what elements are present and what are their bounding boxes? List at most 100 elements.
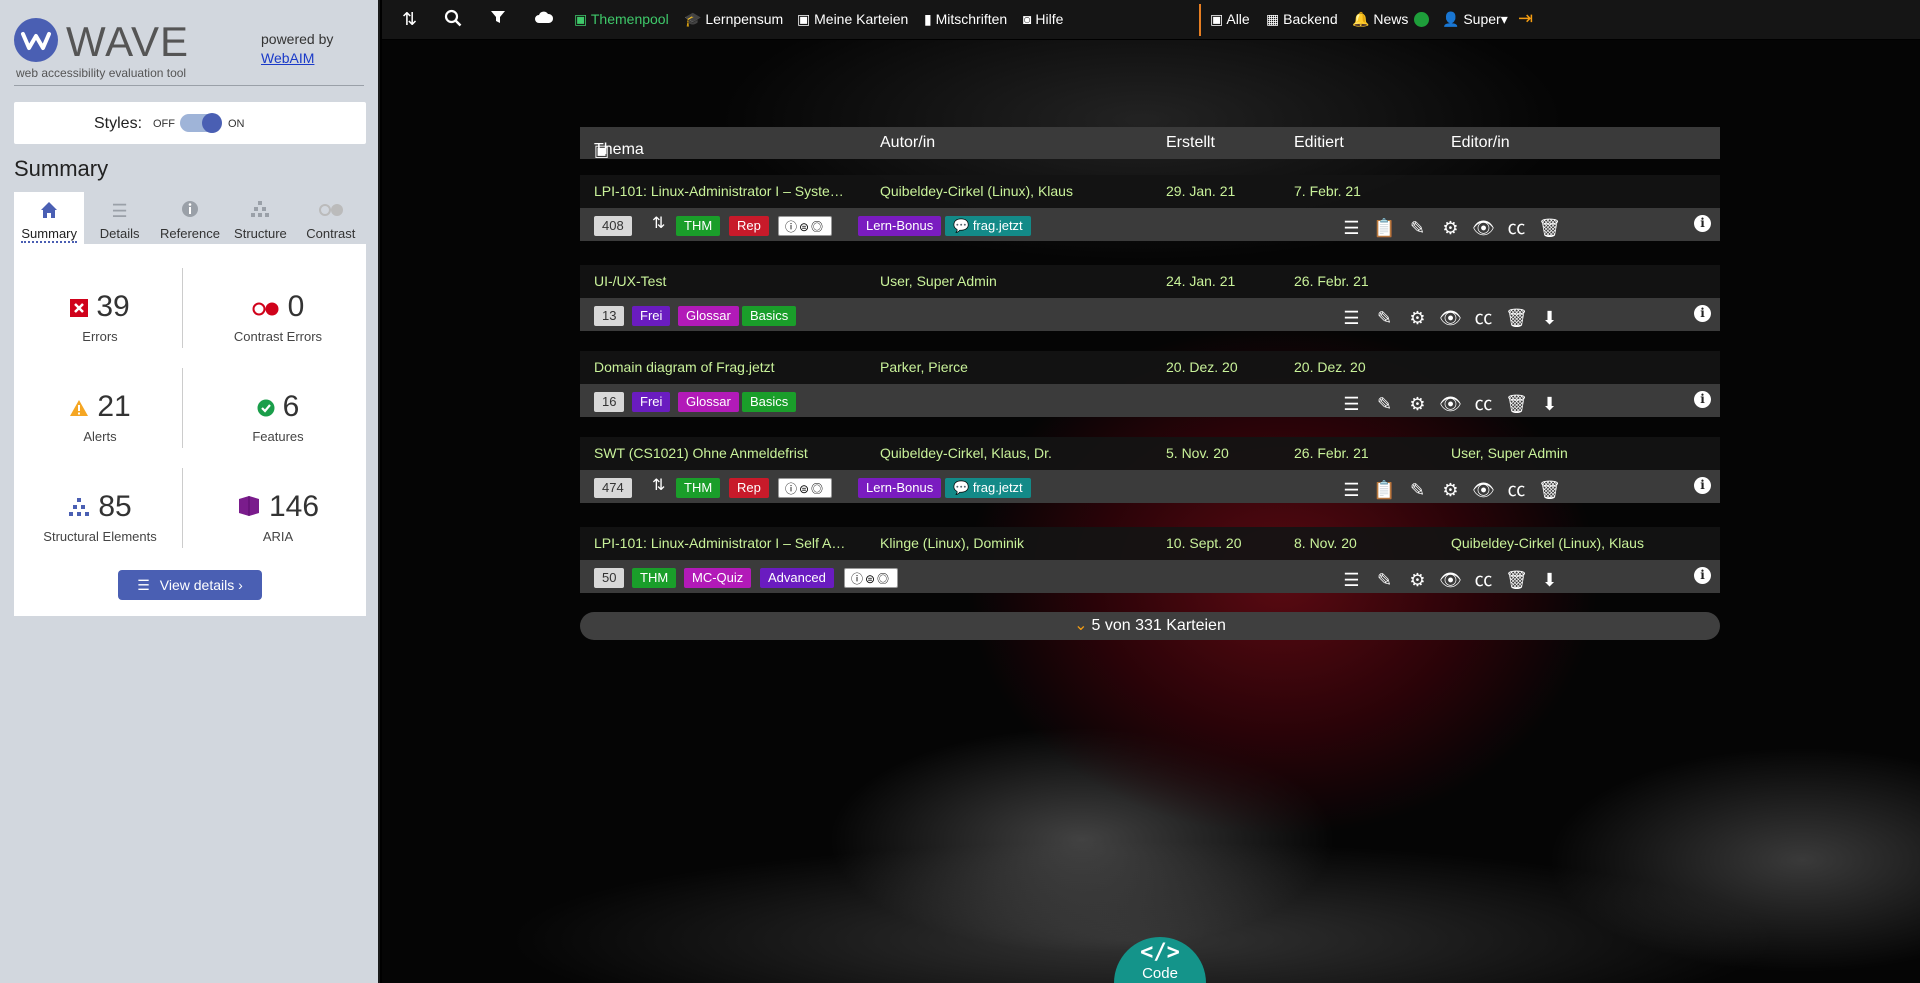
card-title[interactable]: LPI-101: Linux-Administrator I – Self A…	[594, 535, 845, 551]
tab-contrast[interactable]: Contrast	[296, 192, 366, 244]
badge-frag-jetzt[interactable]: 💬 frag.jetzt	[945, 216, 1031, 236]
trash-icon[interactable]: 🗑	[1500, 570, 1533, 591]
gear-icon[interactable]: ⚙	[1434, 480, 1467, 501]
nav-backend[interactable]: ▦ Backend	[1266, 11, 1338, 28]
info-icon[interactable]: i	[1694, 215, 1711, 232]
gear-icon[interactable]: ⚙	[1401, 394, 1434, 415]
badge-label: frag.jetzt	[972, 480, 1023, 495]
pager-load-more[interactable]: ⌄ 5 von 331 Karteien	[580, 612, 1720, 640]
trash-icon[interactable]: 🗑	[1500, 394, 1533, 415]
stat-aria[interactable]: 146 ARIA	[198, 490, 358, 544]
gear-icon[interactable]: ⚙	[1434, 218, 1467, 239]
nav-label: Backend	[1283, 11, 1338, 27]
styles-toggle[interactable]	[180, 113, 222, 133]
wave-tabs: Summary ☰ Details Reference Structure Co…	[14, 192, 366, 244]
edit-icon[interactable]: ✎	[1368, 570, 1401, 591]
sort-icon[interactable]: ⇅	[644, 214, 673, 234]
info-icon[interactable]: i	[1694, 305, 1711, 322]
badge-frag-jetzt[interactable]: 💬 frag.jetzt	[945, 478, 1031, 498]
cc-icon[interactable]: ㏄	[1467, 566, 1500, 592]
stat-errors[interactable]: 39 Errors	[20, 290, 180, 344]
tab-details[interactable]: ☰ Details	[84, 192, 154, 244]
nav-separator	[1199, 4, 1201, 36]
list-icon: ☰	[111, 201, 128, 221]
search-icon[interactable]	[444, 9, 462, 32]
card-title[interactable]: UI-/UX-Test	[594, 273, 666, 289]
stat-structural[interactable]: 85 Structural Elements	[20, 490, 180, 544]
card-editor: User, Super Admin	[1451, 445, 1568, 461]
col-editiert[interactable]: Editiert	[1294, 134, 1344, 152]
eye-icon[interactable]: 👁	[1434, 570, 1467, 591]
info-icon[interactable]: i	[1694, 477, 1711, 494]
gear-icon[interactable]: ⚙	[1401, 308, 1434, 329]
nav-alle[interactable]: ▣ Alle	[1210, 11, 1250, 28]
sort-icon[interactable]: ⇅	[644, 476, 673, 496]
list-icon[interactable]: ☰	[1335, 570, 1368, 591]
eye-icon[interactable]: 👁	[1467, 218, 1500, 239]
styles-off-label: OFF	[153, 118, 175, 130]
cloud-download-icon[interactable]: ⬇	[1533, 570, 1566, 591]
cc-icon[interactable]: ㏄	[1467, 304, 1500, 330]
view-details-button[interactable]: ☰ View details ›	[118, 570, 262, 600]
eye-icon[interactable]: 👁	[1434, 394, 1467, 415]
card-count-badge: 50	[594, 568, 625, 588]
cloud-download-icon[interactable]: ⬇	[1533, 394, 1566, 415]
nav-meine-karteien[interactable]: ▣ Meine Karteien	[797, 11, 908, 28]
sort-icon[interactable]: ⇅	[402, 9, 417, 30]
nav-news[interactable]: 🔔 News	[1352, 11, 1408, 28]
card-title[interactable]: Domain diagram of Frag.jetzt	[594, 359, 775, 375]
tab-reference[interactable]: Reference	[155, 192, 225, 244]
stat-alerts[interactable]: 21 Alerts	[20, 390, 180, 444]
tab-structure[interactable]: Structure	[225, 192, 295, 244]
nav-themenpool[interactable]: ▣ Themenpool	[574, 11, 669, 28]
badge-rep: Rep	[729, 478, 769, 498]
nav-mitschriften[interactable]: ▮ Mitschriften	[924, 11, 1007, 28]
info-icon[interactable]: i	[1694, 391, 1711, 408]
webaim-link[interactable]: WebAIM	[261, 50, 314, 66]
eye-icon[interactable]: 👁	[1434, 308, 1467, 329]
list-icon[interactable]: ☰	[1335, 394, 1368, 415]
stat-contrast-errors[interactable]: 0 Contrast Errors	[198, 290, 358, 344]
eye-icon[interactable]: 👁	[1467, 480, 1500, 501]
tab-summary[interactable]: Summary	[14, 192, 85, 244]
list-icon[interactable]: ☰	[1335, 308, 1368, 329]
col-erstellt[interactable]: Erstellt	[1166, 134, 1215, 152]
divider	[182, 468, 183, 548]
filter-icon[interactable]	[490, 9, 506, 30]
nav-lernpensum[interactable]: 🎓 Lernpensum	[684, 11, 783, 28]
card-actions: ☰ ✎ ⚙ 👁 ㏄ 🗑 ⬇	[1335, 304, 1566, 330]
cloud-download-icon[interactable]: ⬇	[1533, 308, 1566, 329]
contrast-errors-count: 0	[287, 290, 305, 323]
stat-features[interactable]: 6 Features	[198, 390, 358, 444]
cc-icon[interactable]: ㏄	[1500, 214, 1533, 240]
divider	[182, 368, 183, 448]
col-editor[interactable]: Editor/in	[1451, 134, 1510, 152]
list-icon[interactable]: ☰	[1335, 480, 1368, 501]
aria-count: 146	[268, 490, 320, 523]
list-icon[interactable]: ☰	[1335, 218, 1368, 239]
nav-user-menu[interactable]: 👤 Super▾	[1442, 11, 1508, 28]
edit-icon[interactable]: ✎	[1401, 480, 1434, 501]
cc-icon[interactable]: ㏄	[1467, 390, 1500, 416]
code-button[interactable]: </> Code	[1114, 937, 1206, 983]
cc-icon[interactable]: ㏄	[1500, 476, 1533, 502]
edit-icon[interactable]: ✎	[1368, 308, 1401, 329]
logout-icon[interactable]: ⇥	[1518, 8, 1533, 29]
trash-icon[interactable]: 🗑	[1533, 218, 1566, 239]
edit-icon[interactable]: ✎	[1401, 218, 1434, 239]
trash-icon[interactable]: 🗑	[1500, 308, 1533, 329]
nav-hilfe[interactable]: ◙ Hilfe	[1023, 11, 1063, 27]
gear-icon[interactable]: ⚙	[1401, 570, 1434, 591]
clipboard-icon[interactable]: 📋	[1368, 218, 1401, 239]
trash-icon[interactable]: 🗑	[1533, 480, 1566, 501]
card-title[interactable]: SWT (CS1021) Ohne Anmeldefrist	[594, 445, 808, 461]
card-title[interactable]: LPI-101: Linux-Administrator I – Syste…	[594, 183, 844, 199]
col-autor[interactable]: Autor/in	[880, 134, 935, 152]
edit-icon[interactable]: ✎	[1368, 394, 1401, 415]
table-row: UI-/UX-Test User, Super Admin 24. Jan. 2…	[580, 265, 1720, 331]
cloud-icon[interactable]	[534, 9, 554, 30]
info-icon[interactable]: i	[1694, 567, 1711, 584]
card-edited: 8. Nov. 20	[1294, 535, 1357, 551]
clipboard-icon[interactable]: 📋	[1368, 480, 1401, 501]
styles-toggle-box: Styles: OFF ON	[14, 102, 366, 144]
